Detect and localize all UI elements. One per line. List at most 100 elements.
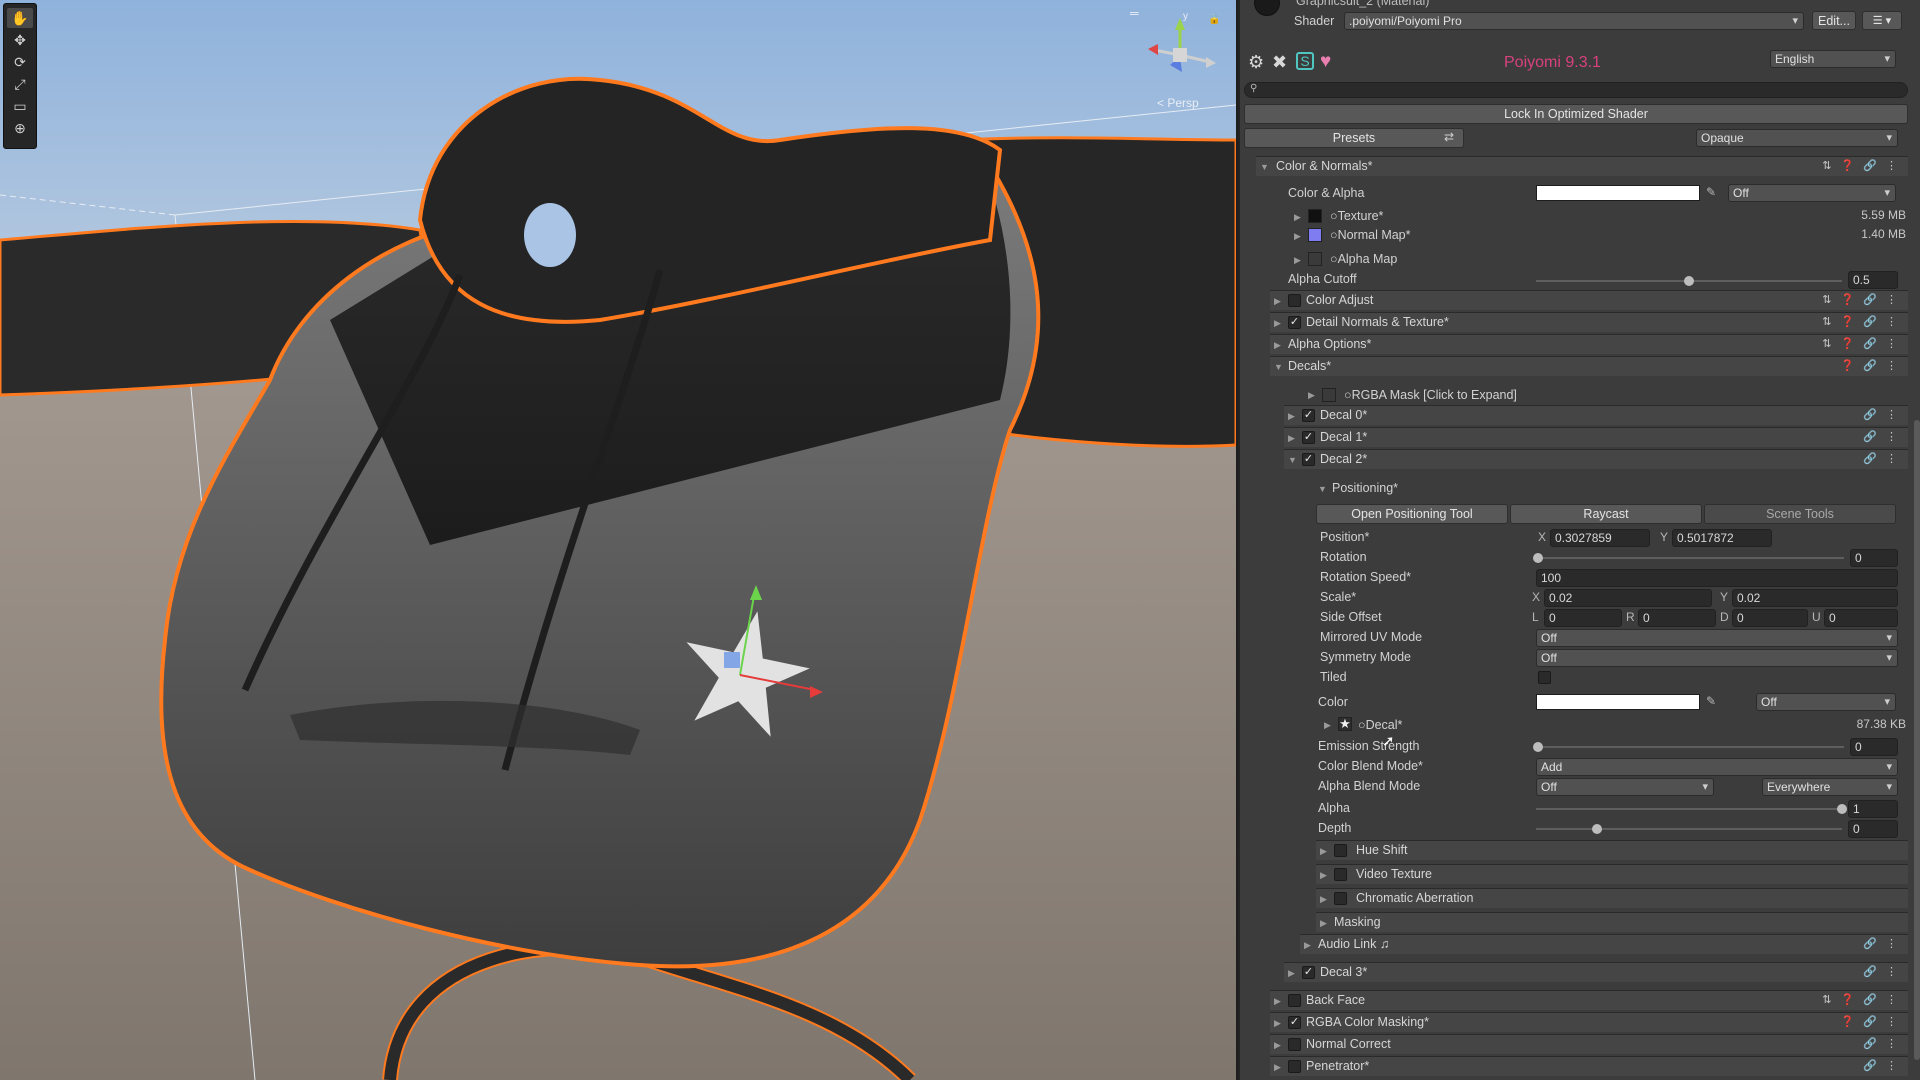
section-actions-icons[interactable]: 🔗 ⋮ [1863, 935, 1900, 954]
settings-icon[interactable]: ⚙ [1248, 52, 1264, 73]
patreon-heart-icon[interactable]: ♥ [1320, 51, 1331, 73]
section-audio-link[interactable]: ▶ Audio Link ♫ 🔗 ⋮ [1300, 934, 1908, 954]
section-decal-0[interactable]: ▶ ✓ Decal 0* 🔗 ⋮ [1284, 405, 1908, 425]
inspector-scrollbar[interactable] [1914, 420, 1920, 1060]
hand-icon[interactable]: ✋ [7, 8, 33, 28]
scale-y-field[interactable]: 0.02 [1732, 589, 1898, 607]
scale-x-field[interactable]: 0.02 [1544, 589, 1712, 607]
decal-1-checkbox[interactable]: ✓ [1302, 431, 1315, 444]
decal-color-mode-dropdown[interactable]: Off [1756, 693, 1896, 711]
emission-strength-knob[interactable] [1533, 742, 1543, 752]
expand-arrow-icon[interactable]: ▶ [1308, 390, 1315, 401]
decal-texture-label[interactable]: ○Decal* [1358, 718, 1402, 732]
rotation-value[interactable]: 0 [1850, 549, 1898, 567]
eyedropper-icon[interactable]: ✎ [1706, 185, 1716, 199]
transform-icon[interactable]: ⊕ [7, 118, 33, 138]
depth-value[interactable]: 0 [1848, 820, 1898, 838]
decal-0-checkbox[interactable]: ✓ [1302, 409, 1315, 422]
scene-view[interactable]: ✋ ✥ ⟳ ⤢ ▭ ⊕ y ═ 🔒 < Persp [0, 0, 1236, 1080]
section-detail-normals[interactable]: ▶ ✓ Detail Normals & Texture* ⇅ ❓ 🔗 ⋮ [1270, 312, 1908, 332]
decal-3-checkbox[interactable]: ✓ [1302, 966, 1315, 979]
expand-arrow-icon[interactable]: ▶ [1294, 231, 1301, 242]
decal-2-checkbox[interactable]: ✓ [1302, 453, 1315, 466]
section-actions-icons[interactable]: 🔗 ⋮ [1863, 1057, 1900, 1076]
section-decal-3[interactable]: ▶ ✓ Decal 3* 🔗 ⋮ [1284, 962, 1908, 982]
alpha-blend-mode-dropdown[interactable]: Off [1536, 778, 1714, 796]
side-offset-r-field[interactable]: 0 [1638, 609, 1716, 627]
rotation-speed-field[interactable]: 100 [1536, 569, 1898, 587]
normal-map-thumbnail[interactable] [1308, 228, 1322, 242]
section-penetrator[interactable]: ▶ Penetrator* 🔗 ⋮ [1270, 1056, 1908, 1076]
depth-slider[interactable] [1536, 828, 1842, 830]
shader-dropdown[interactable]: .poiyomi/Poiyomi Pro [1344, 12, 1804, 30]
scene-tools-button[interactable]: Scene Tools [1704, 504, 1896, 524]
positioning-label[interactable]: Positioning* [1332, 481, 1398, 495]
alpha-cutoff-value[interactable]: 0.5 [1848, 271, 1898, 289]
color-alpha-swatch[interactable] [1536, 185, 1700, 201]
position-y-field[interactable]: 0.5017872 [1672, 529, 1772, 547]
hue-shift-checkbox[interactable] [1334, 844, 1347, 857]
alpha-knob[interactable] [1837, 804, 1847, 814]
depth-knob[interactable] [1592, 824, 1603, 834]
alpha-blend-where-dropdown[interactable]: Everywhere [1762, 778, 1898, 796]
color-adjust-checkbox[interactable] [1288, 294, 1301, 307]
section-chromatic-aberration[interactable]: ▶ Chromatic Aberration [1316, 888, 1908, 908]
texture-label[interactable]: ○Texture* [1330, 209, 1383, 223]
section-color-adjust[interactable]: ▶ Color Adjust ⇅ ❓ 🔗 ⋮ [1270, 290, 1908, 310]
raycast-button[interactable]: Raycast [1510, 504, 1702, 524]
rgba-color-masking-checkbox[interactable]: ✓ [1288, 1016, 1301, 1029]
scale-icon[interactable]: ⤢ [7, 74, 33, 94]
tools-icon[interactable]: ✖ [1272, 52, 1287, 73]
symmetry-mode-dropdown[interactable]: Off [1536, 649, 1898, 667]
rgba-mask-label[interactable]: ○RGBA Mask [Click to Expand] [1344, 388, 1517, 402]
expand-arrow-icon[interactable]: ▶ [1324, 720, 1331, 731]
open-positioning-tool-button[interactable]: Open Positioning Tool [1316, 504, 1508, 524]
back-face-checkbox[interactable] [1288, 994, 1301, 1007]
presets-button[interactable]: Presets [1244, 128, 1464, 148]
section-actions-icons[interactable]: 🔗 ⋮ [1863, 1035, 1900, 1054]
expand-arrow-icon[interactable]: ▶ [1294, 255, 1301, 266]
section-actions-icons[interactable]: ⇅ ❓ 🔗 ⋮ [1822, 335, 1900, 354]
mirrored-uv-dropdown[interactable]: Off [1536, 629, 1898, 647]
section-decal-1[interactable]: ▶ ✓ Decal 1* 🔗 ⋮ [1284, 427, 1908, 447]
video-texture-checkbox[interactable] [1334, 868, 1347, 881]
color-alpha-mode-dropdown[interactable]: Off [1728, 184, 1896, 202]
emission-strength-slider[interactable] [1538, 746, 1844, 748]
persp-label[interactable]: < Persp [1157, 96, 1199, 110]
section-masking[interactable]: ▶ Masking [1316, 912, 1908, 932]
section-hue-shift[interactable]: ▶ Hue Shift [1316, 840, 1908, 860]
docs-icon[interactable]: S [1296, 52, 1314, 70]
search-input[interactable] [1244, 82, 1908, 98]
alpha-value[interactable]: 1 [1848, 800, 1898, 818]
rotation-slider[interactable] [1538, 557, 1844, 559]
emission-strength-value[interactable]: 0 [1850, 738, 1898, 756]
side-offset-l-field[interactable]: 0 [1544, 609, 1622, 627]
section-actions-icons[interactable]: ⇅ ❓ 🔗 ⋮ [1822, 291, 1900, 310]
alpha-map-thumbnail[interactable] [1308, 252, 1322, 266]
alpha-slider[interactable] [1536, 808, 1842, 810]
side-offset-d-field[interactable]: 0 [1732, 609, 1808, 627]
section-actions-icons[interactable]: ❓ 🔗 ⋮ [1840, 1013, 1900, 1032]
section-normal-correct[interactable]: ▶ Normal Correct 🔗 ⋮ [1270, 1034, 1908, 1054]
expand-arrow-icon[interactable]: ▼ [1318, 484, 1327, 494]
shader-edit-button[interactable]: Edit... [1812, 11, 1856, 30]
star-icon[interactable]: ★ [1338, 717, 1352, 731]
render-mode-dropdown[interactable]: Opaque [1696, 129, 1898, 147]
alpha-cutoff-knob[interactable] [1684, 276, 1694, 286]
decal-color-swatch[interactable] [1536, 694, 1700, 710]
lock-icon[interactable]: 🔒 [1208, 14, 1220, 25]
section-actions-icons[interactable]: 🔗 ⋮ [1863, 428, 1900, 447]
section-actions-icons[interactable]: 🔗 ⋮ [1863, 406, 1900, 425]
detail-normals-checkbox[interactable]: ✓ [1288, 316, 1301, 329]
move-icon[interactable]: ✥ [7, 30, 33, 50]
shader-menu-button[interactable]: ☰ ▾ [1862, 11, 1902, 30]
penetrator-checkbox[interactable] [1288, 1060, 1301, 1073]
section-actions-icons[interactable]: ❓ 🔗 ⋮ [1840, 357, 1900, 376]
alpha-map-label[interactable]: ○Alpha Map [1330, 252, 1397, 266]
normal-correct-checkbox[interactable] [1288, 1038, 1301, 1051]
position-x-field[interactable]: 0.3027859 [1550, 529, 1650, 547]
normal-map-label[interactable]: ○Normal Map* [1330, 228, 1411, 242]
section-rgba-color-masking[interactable]: ▶ ✓ RGBA Color Masking* ❓ 🔗 ⋮ [1270, 1012, 1908, 1032]
texture-thumbnail[interactable] [1308, 209, 1322, 223]
scene-menu-icon[interactable]: ═ [1130, 6, 1139, 20]
